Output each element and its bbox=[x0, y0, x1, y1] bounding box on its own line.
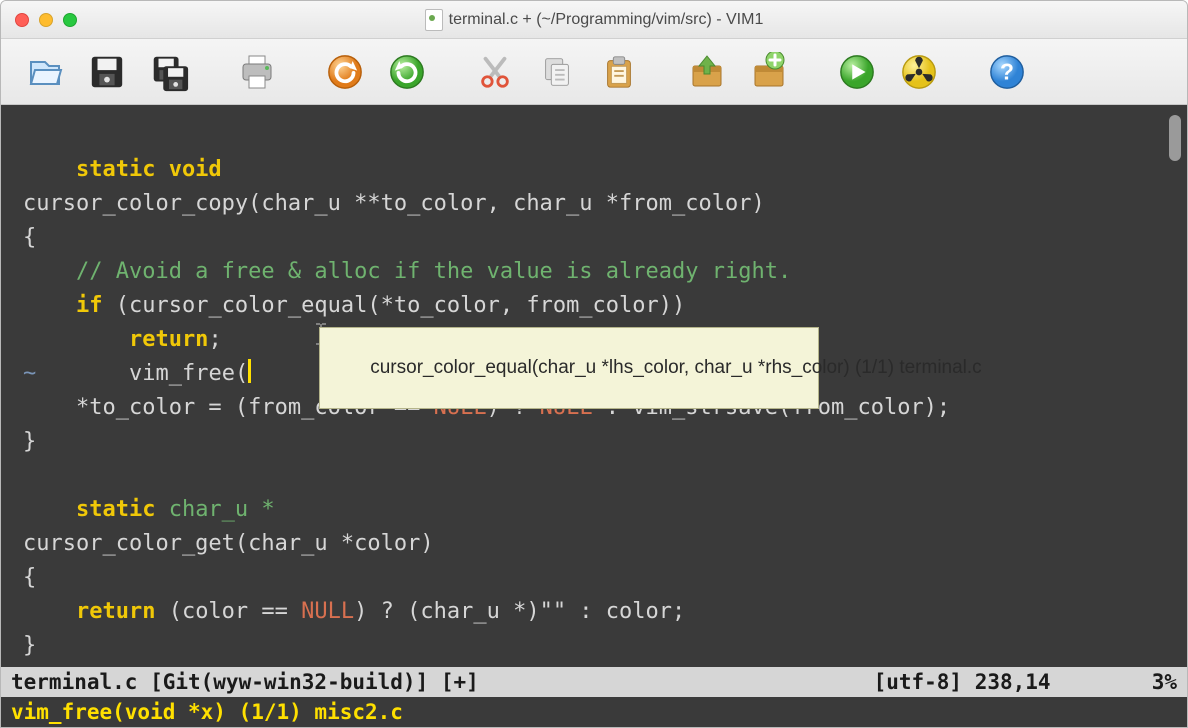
svg-text:?: ? bbox=[1000, 58, 1014, 84]
status-line: terminal.c [Git(wyw-win32-build)] [+] [u… bbox=[1, 667, 1187, 697]
code-line: } bbox=[23, 429, 36, 454]
close-window-button[interactable] bbox=[15, 13, 29, 27]
save-button[interactable] bbox=[85, 50, 129, 94]
status-position: [utf-8] 238,14 3% bbox=[874, 670, 1177, 694]
copy-button[interactable] bbox=[535, 50, 579, 94]
status-file-info: terminal.c [Git(wyw-win32-build)] [+] bbox=[11, 670, 479, 694]
comment: // Avoid a free & alloc if the value is … bbox=[23, 259, 791, 284]
find-prev-button[interactable] bbox=[685, 50, 729, 94]
keyword: return bbox=[23, 327, 208, 352]
undo-button[interactable] bbox=[323, 50, 367, 94]
window-title: terminal.c + (~/Programming/vim/src) - V… bbox=[1, 9, 1187, 31]
type: char_u * bbox=[155, 497, 274, 522]
code-text: (color == bbox=[155, 599, 301, 624]
titlebar: terminal.c + (~/Programming/vim/src) - V… bbox=[1, 1, 1187, 39]
redo-button[interactable] bbox=[385, 50, 429, 94]
window: terminal.c + (~/Programming/vim/src) - V… bbox=[0, 0, 1188, 728]
toolbar: ? bbox=[1, 39, 1187, 105]
code-line: cursor_color_copy(char_u **to_color, cha… bbox=[23, 191, 765, 216]
signature-tooltip: cursor_color_equal(char_u *lhs_color, ch… bbox=[319, 327, 819, 409]
vertical-scrollbar[interactable] bbox=[1165, 105, 1187, 667]
window-title-text: terminal.c + (~/Programming/vim/src) - V… bbox=[449, 11, 764, 29]
keyword: if bbox=[23, 293, 102, 318]
scrollbar-thumb[interactable] bbox=[1169, 115, 1181, 161]
window-controls bbox=[1, 13, 77, 27]
code-editor[interactable]: static void cursor_color_copy(char_u **t… bbox=[1, 105, 1165, 667]
maximize-window-button[interactable] bbox=[63, 13, 77, 27]
null-literal: NULL bbox=[301, 599, 354, 624]
code-line: } bbox=[23, 633, 36, 658]
minimize-window-button[interactable] bbox=[39, 13, 53, 27]
paste-button[interactable] bbox=[597, 50, 641, 94]
run-button[interactable] bbox=[835, 50, 879, 94]
keyword: return bbox=[23, 599, 155, 624]
file-type-icon bbox=[425, 9, 443, 31]
code-line: { bbox=[23, 225, 36, 250]
cut-button[interactable] bbox=[473, 50, 517, 94]
code-text: ) ? (char_u *)"" : color; bbox=[354, 599, 685, 624]
keyword: static bbox=[23, 497, 155, 522]
code-text: ; bbox=[208, 327, 221, 352]
command-line[interactable]: vim_free(void *x) (1/1) misc2.c bbox=[1, 697, 1187, 727]
save-all-button[interactable] bbox=[147, 50, 191, 94]
print-button[interactable] bbox=[235, 50, 279, 94]
keyword: static void bbox=[23, 157, 222, 182]
code-text: vim_free( bbox=[76, 361, 248, 386]
tooltip-text: cursor_color_equal(char_u *lhs_color, ch… bbox=[370, 357, 981, 378]
code-line: cursor_color_get(char_u *color) bbox=[23, 531, 434, 556]
code-line: { bbox=[23, 565, 36, 590]
tilde: ~ bbox=[23, 361, 36, 386]
editor-area: static void cursor_color_copy(char_u **t… bbox=[1, 105, 1187, 667]
command-text: vim_free(void *x) (1/1) misc2.c bbox=[11, 700, 403, 724]
help-button[interactable]: ? bbox=[985, 50, 1029, 94]
make-button[interactable] bbox=[897, 50, 941, 94]
code-text: (cursor_color_equal(*to_color, from_colo… bbox=[102, 293, 685, 318]
open-file-button[interactable] bbox=[23, 50, 67, 94]
text-cursor bbox=[248, 359, 251, 383]
find-next-button[interactable] bbox=[747, 50, 791, 94]
